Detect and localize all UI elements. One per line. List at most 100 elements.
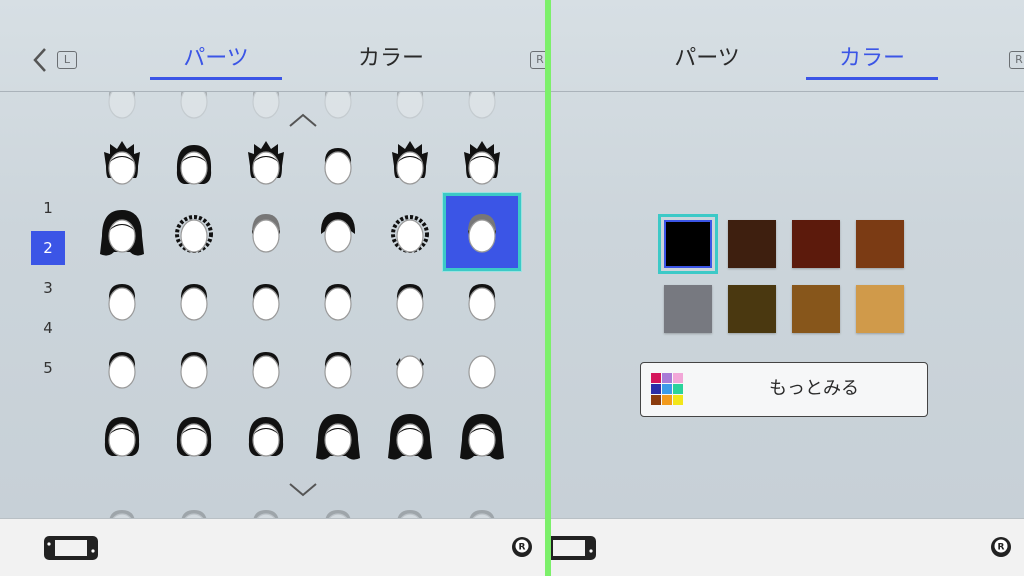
hair-bowl-cut-icon [320, 212, 356, 253]
hair-short-fringe-icon [324, 352, 352, 389]
hair-option-offscreen [86, 490, 158, 518]
hair-option[interactable] [230, 400, 302, 472]
hair-option[interactable] [374, 264, 446, 336]
hair-option[interactable] [86, 400, 158, 472]
hair-spiky-medium-icon [104, 141, 140, 185]
tab-parts[interactable]: パーツ [150, 44, 282, 80]
palette-cell [673, 395, 683, 405]
hair-curly-round-icon [391, 215, 429, 253]
hair-option[interactable] [302, 264, 374, 336]
hair-flat-top-icon [396, 284, 424, 321]
tab-color[interactable]: カラー [325, 44, 457, 80]
back-chevron-icon[interactable] [30, 46, 50, 74]
l-button-badge: L [57, 51, 77, 69]
r-stick-icon: R [512, 537, 532, 557]
palette-cell [662, 395, 672, 405]
hair-option-offscreen [302, 490, 374, 518]
hair-option[interactable] [86, 264, 158, 336]
svg-text:R: R [998, 543, 1005, 553]
hair-beanie-icon [252, 214, 280, 253]
hair-option-offscreen [230, 490, 302, 518]
more-colors-button[interactable]: もっとみる [640, 362, 928, 417]
color-swatch[interactable] [792, 220, 840, 268]
palette-cell [673, 384, 683, 394]
color-swatch[interactable] [792, 285, 840, 333]
hair-option-offscreen [374, 490, 446, 518]
hair-option[interactable] [446, 196, 518, 268]
palette-cell [651, 384, 661, 394]
palette-cell [673, 373, 683, 383]
hair-option[interactable] [302, 196, 374, 268]
hair-long-wavy-icon [100, 210, 144, 256]
right-footer: R [551, 518, 1024, 576]
hair-bob-icon [176, 145, 212, 185]
hair-crew-cut-icon [180, 284, 208, 321]
hair-short-crop-icon [108, 352, 136, 389]
hair-option[interactable] [446, 400, 518, 472]
hair-spiky-bangs-icon [392, 141, 428, 185]
hair-option[interactable] [302, 128, 374, 200]
hair-buzz-icon [108, 284, 136, 321]
color-swatch[interactable] [856, 220, 904, 268]
hair-option[interactable] [374, 128, 446, 200]
hair-option[interactable] [158, 128, 230, 200]
color-swatch[interactable] [658, 214, 718, 274]
hair-spiky-wild-icon [248, 141, 284, 185]
tab-color[interactable]: カラー [806, 44, 938, 80]
hair-option[interactable] [86, 332, 158, 404]
color-swatch[interactable] [856, 285, 904, 333]
left-header: L パーツ カラー R [0, 0, 545, 92]
color-swatch[interactable] [728, 220, 776, 268]
hair-option[interactable] [302, 332, 374, 404]
hair-option[interactable] [374, 196, 446, 268]
color-palette-icon [651, 373, 685, 407]
hair-style-grid [84, 92, 544, 518]
hair-color-panel: パーツ カラー R もっとみる R [551, 0, 1024, 576]
tab-parts[interactable]: パーツ [641, 44, 773, 80]
hair-option[interactable] [446, 332, 518, 404]
page-2[interactable]: 2 [31, 231, 65, 265]
more-colors-label: もっとみる [769, 378, 859, 399]
hair-option[interactable] [158, 400, 230, 472]
r-button-badge: R [1009, 51, 1024, 69]
hair-option[interactable] [158, 264, 230, 336]
hair-receding-icon [252, 352, 280, 389]
hair-option[interactable] [230, 332, 302, 404]
page-5[interactable]: 5 [31, 351, 65, 385]
hair-curly-short-icon [175, 215, 213, 253]
palette-cell [651, 373, 661, 383]
hair-option[interactable] [158, 332, 230, 404]
hair-option-offscreen [446, 490, 518, 518]
palette-cell [662, 384, 672, 394]
color-swatch[interactable] [664, 285, 712, 333]
hair-option[interactable] [302, 400, 374, 472]
hair-option[interactable] [446, 128, 518, 200]
palette-cell [662, 373, 672, 383]
left-footer: R [0, 518, 545, 576]
hair-option[interactable] [86, 128, 158, 200]
hair-option[interactable] [374, 332, 446, 404]
hair-long-side-part-icon [388, 414, 432, 460]
palette-cell [651, 395, 661, 405]
hair-option[interactable] [446, 264, 518, 336]
hair-option[interactable] [230, 196, 302, 268]
hair-option[interactable] [374, 400, 446, 472]
hair-knit-cap-icon [468, 214, 496, 253]
handheld-console-icon [44, 536, 98, 560]
r-stick-icon: R [991, 537, 1011, 557]
hair-option[interactable] [230, 264, 302, 336]
hair-long-center-part-icon [316, 414, 360, 460]
header-divider [551, 91, 1024, 92]
hair-option[interactable] [158, 196, 230, 268]
hair-rounded-bob-icon [176, 417, 212, 457]
hair-side-part-icon [252, 284, 280, 321]
color-swatch[interactable] [728, 285, 776, 333]
r-button-badge: R [530, 51, 545, 69]
page-4[interactable]: 4 [31, 311, 65, 345]
page-3[interactable]: 3 [31, 271, 65, 305]
hair-option[interactable] [86, 196, 158, 268]
hair-side-swept-icon [180, 352, 208, 389]
hair-parts-panel: L パーツ カラー R 1 2 3 4 5 R [0, 0, 545, 576]
page-1[interactable]: 1 [31, 191, 65, 225]
hair-option[interactable] [230, 128, 302, 200]
